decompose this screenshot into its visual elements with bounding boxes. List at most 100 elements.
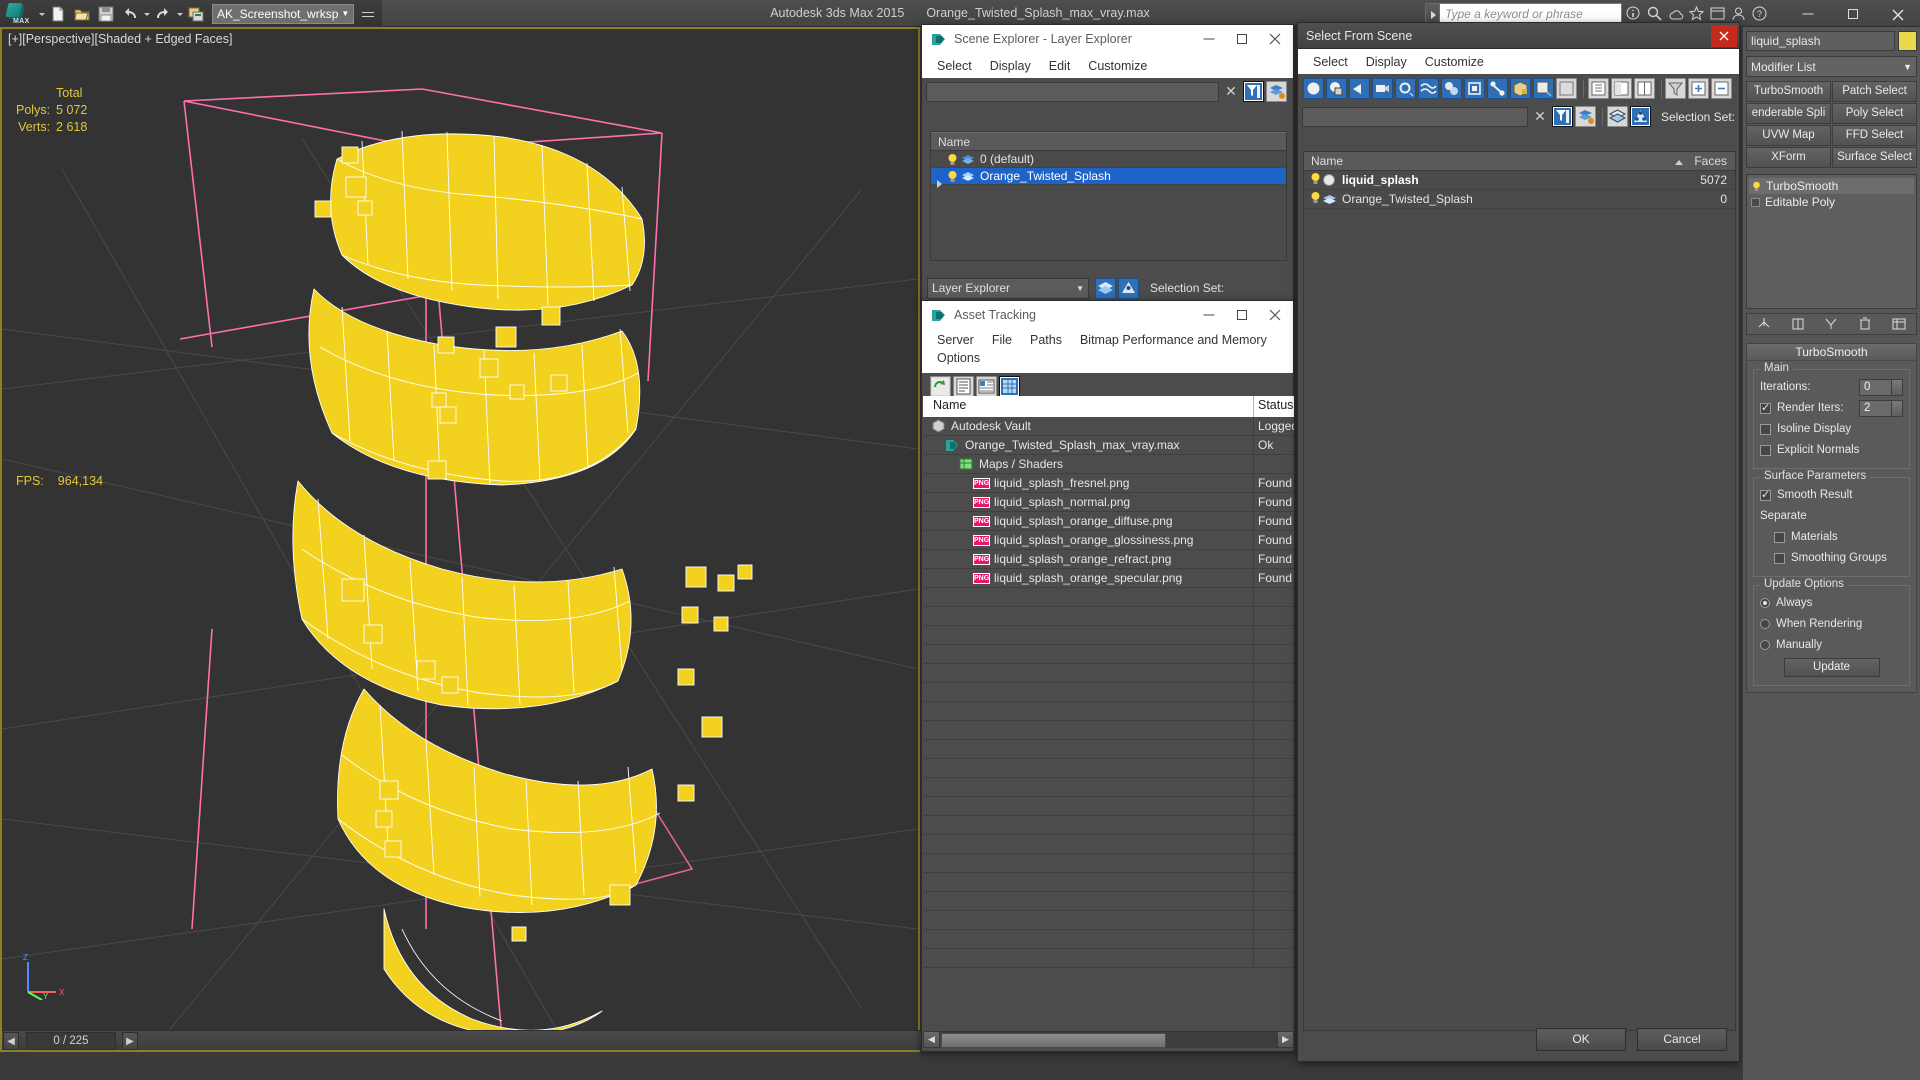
scene-explorer-minimize-button[interactable]: [1192, 26, 1225, 53]
always-row[interactable]: Always: [1760, 594, 1903, 612]
light-bulb-icon[interactable]: [1309, 172, 1322, 188]
rollup-title[interactable]: TurboSmooth: [1747, 344, 1916, 361]
table-row[interactable]: Maps / Shaders: [923, 455, 1294, 474]
object-color-swatch[interactable]: [1898, 31, 1917, 51]
ss-filter-groups-icon[interactable]: [1441, 78, 1462, 99]
window-controls[interactable]: [1785, 0, 1920, 27]
scene-explorer-title-bar[interactable]: Scene Explorer - Layer Explorer: [922, 25, 1293, 53]
se-column-header-name[interactable]: Name: [931, 132, 1286, 151]
table-row-empty[interactable]: [923, 683, 1294, 702]
maximize-button[interactable]: [1830, 0, 1875, 27]
modifier-button-renderable-spline[interactable]: enderable Spli: [1746, 103, 1831, 124]
materials-checkbox[interactable]: [1774, 531, 1785, 543]
at-menu-paths[interactable]: Paths: [1021, 331, 1071, 349]
se-menu-select[interactable]: Select: [928, 57, 981, 75]
stack-item-editable-poly[interactable]: Editable Poly: [1749, 194, 1914, 210]
table-row-empty[interactable]: [923, 911, 1294, 930]
sign-in-icon[interactable]: [1729, 4, 1748, 23]
se-menu-edit[interactable]: Edit: [1040, 57, 1080, 75]
at-detail-view-icon[interactable]: [976, 376, 997, 397]
table-row-empty[interactable]: [923, 930, 1294, 949]
select-from-scene-close-button[interactable]: [1711, 24, 1737, 47]
ss-search-input[interactable]: [1302, 106, 1528, 127]
modifier-stack-tools[interactable]: [1746, 313, 1917, 335]
app-menu-caret-icon[interactable]: [37, 3, 46, 25]
ss-column-name[interactable]: Name: [1304, 154, 1679, 168]
ss-filter-containers-icon[interactable]: [1510, 78, 1531, 99]
ss-filter-xrefs-icon[interactable]: [1464, 78, 1485, 99]
table-row-empty[interactable]: [923, 759, 1294, 778]
spinner-arrows-icon[interactable]: [1891, 400, 1902, 416]
prev-frame-button[interactable]: ◀: [3, 1031, 19, 1050]
make-unique-icon[interactable]: [1823, 316, 1839, 332]
modifier-button-turbosmooth[interactable]: TurboSmooth: [1746, 81, 1831, 102]
ss-expand-all-icon[interactable]: [1688, 78, 1709, 99]
select-from-scene-title-bar[interactable]: Select From Scene: [1298, 23, 1739, 49]
scene-explorer-maximize-button[interactable]: [1225, 26, 1258, 53]
quick-access-toolbar[interactable]: MAX AK_Screenshot_wrksp ▼: [0, 0, 383, 27]
manually-radio[interactable]: [1760, 640, 1770, 650]
spinner-arrows-icon[interactable]: [1891, 379, 1902, 395]
ok-button[interactable]: OK: [1536, 1028, 1626, 1051]
table-row[interactable]: Autodesk Vault Logged: [923, 417, 1294, 436]
when-rendering-row[interactable]: When Rendering: [1760, 615, 1903, 633]
ss-clear-icon[interactable]: ✕: [1531, 108, 1549, 125]
ss-view-list-icon[interactable]: [1587, 78, 1609, 99]
asset-tracking-close-button[interactable]: [1258, 302, 1291, 329]
ss-filter-shapes-icon[interactable]: [1326, 78, 1347, 99]
select-from-scene-list[interactable]: Name Faces liquid_splash 5072 Orange_Twi…: [1303, 151, 1736, 1031]
object-name-field[interactable]: liquid_splash: [1746, 31, 1895, 51]
ss-view-detail-icon[interactable]: [1610, 78, 1632, 99]
table-row-empty[interactable]: [923, 873, 1294, 892]
ss-view-columns-icon[interactable]: [1633, 78, 1655, 99]
workspace-selector[interactable]: AK_Screenshot_wrksp ▼: [212, 3, 355, 24]
table-row-empty[interactable]: [923, 588, 1294, 607]
asset-tracking-hscrollbar[interactable]: ◀ ▶: [923, 1028, 1294, 1050]
table-row[interactable]: Orange_Twisted_Splash_max_vray.max Ok: [923, 436, 1294, 455]
se-clear-icon[interactable]: ✕: [1222, 83, 1240, 100]
at-grid-view-icon[interactable]: [999, 376, 1020, 397]
table-row-empty[interactable]: [923, 702, 1294, 721]
ss-filter-geometry-icon[interactable]: [1303, 78, 1324, 99]
undo-dropdown-caret-icon[interactable]: [142, 3, 151, 25]
asset-tracking-menu-bar[interactable]: Server File Paths Bitmap Performance and…: [922, 329, 1293, 373]
modifier-stack[interactable]: TurboSmooth Editable Poly: [1746, 174, 1917, 309]
iterations-row[interactable]: Iterations: 0: [1760, 378, 1903, 396]
ss-filter-spacewarps-icon[interactable]: [1418, 78, 1439, 99]
materials-row[interactable]: Materials: [1760, 528, 1903, 546]
light-bulb-icon[interactable]: [946, 170, 959, 183]
ss-menu-display[interactable]: Display: [1357, 53, 1416, 71]
scene-explorer-footer[interactable]: Layer Explorer ▼ Selection Set:: [922, 273, 1293, 303]
modifier-button-surface-select[interactable]: Surface Select: [1832, 147, 1917, 168]
perspective-viewport[interactable]: [+][Perspective][Shaded + Edged Faces] T…: [0, 27, 922, 1052]
manually-row[interactable]: Manually: [1760, 636, 1903, 654]
table-row-empty[interactable]: [923, 854, 1294, 873]
table-row-empty[interactable]: [923, 949, 1294, 968]
next-frame-button[interactable]: ▶: [122, 1031, 138, 1050]
se-layer-manager-icon[interactable]: [1095, 277, 1116, 299]
isoline-display-checkbox[interactable]: [1760, 423, 1771, 435]
at-menu-options[interactable]: Options: [928, 349, 1293, 367]
select-from-scene-buttons[interactable]: OK Cancel: [1525, 1028, 1727, 1051]
ss-filter-bones-icon[interactable]: [1487, 78, 1508, 99]
modifier-button-patch-select[interactable]: Patch Select: [1832, 81, 1917, 102]
at-list-view-icon[interactable]: [953, 376, 974, 397]
undo-icon[interactable]: [119, 3, 141, 25]
render-iters-row[interactable]: Render Iters: 2: [1760, 399, 1903, 417]
search-expand-icon[interactable]: [1425, 3, 1440, 24]
ss-row-orange-twisted-splash[interactable]: Orange_Twisted_Splash 0: [1304, 190, 1735, 209]
modifier-button-ffd-select[interactable]: FFD Select: [1832, 125, 1917, 146]
ss-filter-helpers-icon[interactable]: [1395, 78, 1416, 99]
table-row-empty[interactable]: [923, 607, 1294, 626]
search-icon[interactable]: [1645, 4, 1664, 23]
table-row[interactable]: PNG liquid_splash_orange_diffuse.png Found: [923, 512, 1294, 531]
asset-tracking-minimize-button[interactable]: [1192, 302, 1225, 329]
smooth-result-checkbox[interactable]: [1760, 488, 1771, 501]
open-file-icon[interactable]: [71, 3, 93, 25]
command-panel[interactable]: liquid_splash Modifier List ▼ TurboSmoot…: [1742, 27, 1920, 1080]
close-button[interactable]: [1875, 0, 1920, 27]
light-bulb-icon[interactable]: [946, 153, 959, 166]
render-iters-checkbox[interactable]: [1760, 401, 1771, 414]
select-from-scene-dialog[interactable]: Select From Scene Select Display Customi…: [1297, 22, 1740, 1062]
ss-menu-customize[interactable]: Customize: [1416, 53, 1493, 71]
